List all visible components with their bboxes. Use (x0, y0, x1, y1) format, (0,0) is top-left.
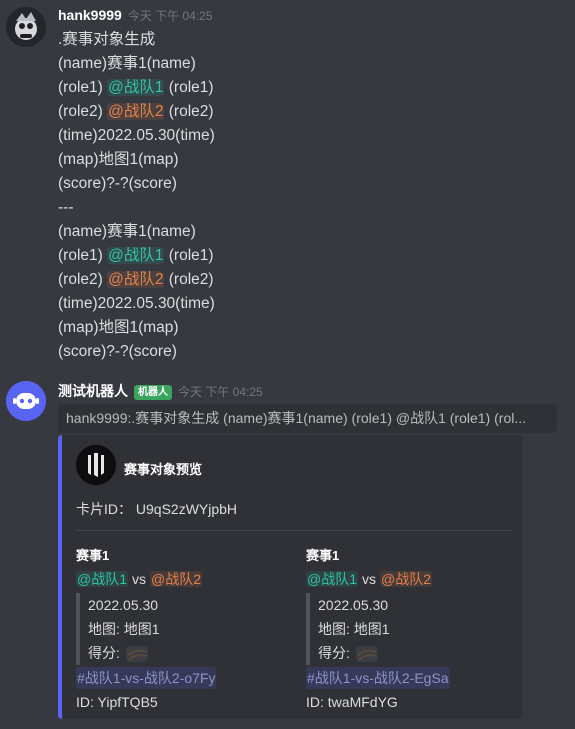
message-line: (time)2022.05.30(time) (58, 124, 215, 148)
match-teams: @战队1 vs @战队2 (76, 567, 296, 591)
username[interactable]: hank9999 (58, 7, 122, 23)
message-text: .赛事对象生成 (58, 31, 156, 48)
channel-link[interactable]: #战队1-vs-战队2-o7Fy (76, 667, 217, 689)
message-text: --- (58, 199, 74, 216)
channel-link[interactable]: #战队1-vs-战队2-EgSa (306, 667, 450, 689)
reply-reference[interactable]: hank9999:.赛事对象生成 (name)赛事1(name) (role1)… (58, 404, 557, 433)
role-mention[interactable]: @战队2 (107, 271, 165, 288)
message-line: --- (58, 196, 215, 220)
message-line: .赛事对象生成 (58, 28, 215, 52)
message-text: (name)赛事1(name) (58, 223, 196, 240)
message-text: (score)?-?(score) (58, 343, 177, 360)
role-mention[interactable]: @战队1 (107, 247, 165, 264)
message-line: (role2) @战队2 (role2) (58, 268, 215, 292)
message-line: (role1) @战队1 (role1) (58, 76, 215, 100)
match-field: 赛事1 @战队1 vs @战队2 2022.05.30 地图: 地图1 得分: #战… (306, 545, 526, 715)
match-id: ID: twaMFdYG (306, 694, 398, 710)
match-name: 赛事1 (76, 548, 110, 563)
message-text: (time)2022.05.30(time) (58, 295, 215, 312)
message-text: (map)地图1(map) (58, 319, 179, 336)
message-line: (map)地图1(map) (58, 316, 215, 340)
embed-card-id: 卡片ID： U9qS2zWYjpbH (76, 501, 238, 517)
message-line: (name)赛事1(name) (58, 52, 215, 76)
message-text: (name)赛事1(name) (58, 55, 196, 72)
message-text: (role2) (164, 271, 214, 288)
message-line: (name)赛事1(name) (58, 220, 215, 244)
role-mention[interactable]: @战队2 (107, 103, 165, 120)
embed-title: 赛事对象预览 (124, 462, 203, 477)
message-text: (role1) (58, 79, 108, 96)
message-line: (map)地图1(map) (58, 148, 215, 172)
match-score: 得分: (88, 641, 296, 665)
message-line: (score)?-?(score) (58, 172, 215, 196)
message-text: (role1) (164, 247, 214, 264)
vs-text: vs (362, 571, 376, 587)
message-text: (role1) (58, 247, 108, 264)
robot-icon (6, 381, 46, 421)
score-label: 得分: (88, 645, 120, 661)
vs-text: vs (132, 571, 146, 587)
message-line: (time)2022.05.30(time) (58, 292, 215, 316)
message-header: hank9999 今天 下午 04:25 (58, 7, 213, 25)
score-hidden-icon (125, 646, 148, 663)
match-map: 地图: 地图1 (88, 621, 160, 637)
embed-divider (76, 530, 512, 531)
timestamp: 今天 下午 04:25 (178, 385, 263, 399)
message-line: (role2) @战队2 (role2) (58, 100, 215, 124)
match-field: 赛事1 @战队1 vs @战队2 2022.05.30 地图: 地图1 得分: #战… (76, 545, 296, 715)
match-date: 2022.05.30 (318, 597, 389, 613)
match-details-quote: 2022.05.30 地图: 地图1 得分: (306, 593, 526, 665)
team1-mention[interactable]: @战队1 (76, 571, 128, 587)
match-date: 2022.05.30 (88, 597, 159, 613)
message-content: .赛事对象生成 (name)赛事1(name) (role1) @战队1 (role… (58, 28, 215, 364)
bot-avatar[interactable] (6, 381, 46, 421)
bot-badge: 机器人 (134, 385, 172, 400)
message-header: 测试机器人 机器人 今天 下午 04:25 (58, 381, 263, 401)
message-text: (role1) (164, 79, 214, 96)
bot-username[interactable]: 测试机器人 (58, 381, 128, 401)
team2-mention[interactable]: @战队2 (150, 571, 202, 587)
score-label: 得分: (318, 645, 350, 661)
role-mention[interactable]: @战队1 (107, 79, 165, 96)
match-map: 地图: 地图1 (318, 621, 390, 637)
match-details-quote: 2022.05.30 地图: 地图1 得分: (76, 593, 296, 665)
message-text: (score)?-?(score) (58, 175, 177, 192)
message-text: (role2) (58, 103, 108, 120)
embed-card: 赛事对象预览 卡片ID： U9qS2zWYjpbH 赛事1 @战队1 vs @战队2… (58, 435, 522, 719)
match-score: 得分: (318, 641, 526, 665)
message-text: (time)2022.05.30(time) (58, 127, 215, 144)
message-text: (role2) (58, 271, 108, 288)
team1-mention[interactable]: @战队1 (306, 571, 358, 587)
timestamp: 今天 下午 04:25 (127, 9, 213, 23)
team2-mention[interactable]: @战队2 (380, 571, 432, 587)
message-text: (map)地图1(map) (58, 151, 179, 168)
message-line: (score)?-?(score) (58, 340, 215, 364)
user-avatar[interactable] (6, 7, 46, 47)
embed-logo-icon (76, 445, 116, 485)
message-text: (role2) (164, 103, 214, 120)
match-id: ID: YipfTQB5 (76, 694, 158, 710)
score-hidden-icon (355, 646, 378, 663)
match-teams: @战队1 vs @战队2 (306, 567, 526, 591)
match-name: 赛事1 (306, 548, 340, 563)
message-line: (role1) @战队1 (role1) (58, 244, 215, 268)
